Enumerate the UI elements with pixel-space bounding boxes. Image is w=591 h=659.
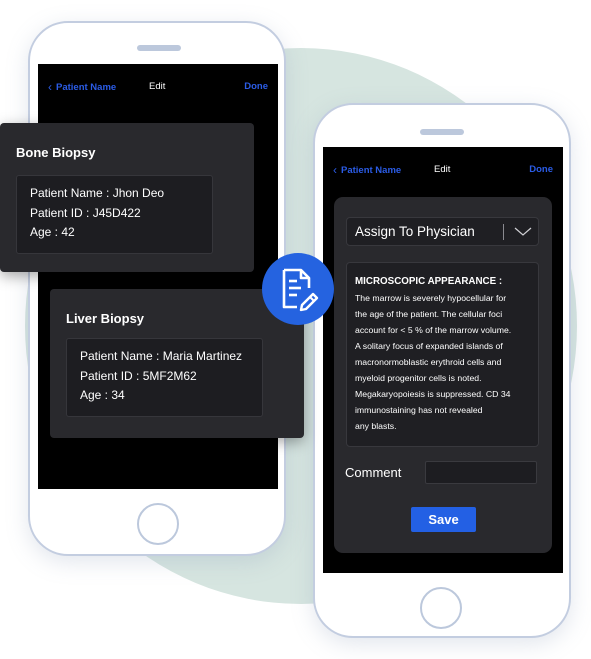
- back-button[interactable]: ‹ Patient Name: [48, 81, 116, 93]
- nav-title: Edit: [149, 81, 166, 92]
- done-button[interactable]: Done: [529, 164, 553, 175]
- report-line: macronormoblastic erythroid cells and: [355, 357, 502, 367]
- document-edit-icon: [282, 268, 319, 312]
- bone-biopsy-card[interactable]: Bone Biopsy Patient Name : Jhon Deo Pati…: [0, 123, 254, 272]
- home-button[interactable]: [137, 503, 179, 545]
- right-phone: ‹ Patient Name Edit Done Assign To Physi…: [313, 103, 571, 638]
- patient-info-box: Patient Name : Maria Martinez Patient ID…: [66, 338, 263, 417]
- comment-input[interactable]: [425, 461, 537, 484]
- back-label: Patient Name: [341, 164, 402, 176]
- report-line: the age of the patient. The cellular foc…: [355, 309, 503, 319]
- patient-info-box: Patient Name : Jhon Deo Patient ID : J45…: [16, 175, 213, 254]
- report-line: myeloid progenitor cells is noted.: [355, 373, 482, 383]
- card-title: Liver Biopsy: [66, 311, 145, 326]
- report-line: immunostaining has not revealed: [355, 405, 483, 415]
- patient-name: Patient Name : Jhon Deo: [30, 186, 165, 200]
- liver-biopsy-card[interactable]: Liver Biopsy Patient Name : Maria Martin…: [50, 289, 304, 438]
- right-phone-screen: ‹ Patient Name Edit Done Assign To Physi…: [323, 147, 563, 573]
- report-line: The marrow is severely hypocellular for: [355, 293, 507, 303]
- phone-speaker: [137, 45, 181, 51]
- patient-id: Patient ID : 5MF2M62: [80, 368, 197, 383]
- home-button[interactable]: [420, 587, 462, 629]
- back-button[interactable]: ‹ Patient Name: [333, 164, 401, 176]
- report-heading: MICROSCOPIC APPEARANCE :: [355, 276, 503, 287]
- nav-title: Edit: [434, 164, 451, 175]
- back-label: Patient Name: [56, 81, 117, 93]
- report-line: any blasts.: [355, 421, 397, 431]
- report-line: A solitary focus of expanded islands of: [355, 341, 503, 351]
- chevron-left-icon: ‹: [48, 80, 52, 94]
- save-button[interactable]: Save: [411, 507, 476, 532]
- report-form-panel: Assign To Physician MICROSCOPIC APPEARAN…: [334, 197, 552, 553]
- report-line: account for < 5 % of the marrow volume.: [355, 325, 512, 335]
- chevron-down-icon: [514, 227, 532, 236]
- dropdown-label: Assign To Physician: [355, 224, 475, 239]
- document-edit-badge: [262, 253, 334, 325]
- patient-age: Age : 42: [30, 225, 75, 239]
- nav-bar: ‹ Patient Name Edit Done: [323, 164, 563, 180]
- nav-bar: ‹ Patient Name Edit Done: [38, 81, 278, 97]
- card-title: Bone Biopsy: [16, 145, 96, 160]
- assign-physician-dropdown[interactable]: Assign To Physician: [346, 217, 539, 246]
- chevron-left-icon: ‹: [333, 163, 337, 177]
- dropdown-divider: [503, 224, 504, 240]
- comment-label: Comment: [345, 465, 402, 480]
- done-button[interactable]: Done: [244, 81, 268, 92]
- phone-speaker: [420, 129, 464, 135]
- report-text-box: MICROSCOPIC APPEARANCE : The marrow is s…: [346, 262, 539, 447]
- patient-age: Age : 34: [80, 388, 125, 402]
- patient-name: Patient Name : Maria Martinez: [80, 349, 243, 363]
- report-line: Megakaryopoiesis is suppressed. CD 34: [355, 389, 511, 399]
- patient-id: Patient ID : J45D422: [30, 205, 141, 220]
